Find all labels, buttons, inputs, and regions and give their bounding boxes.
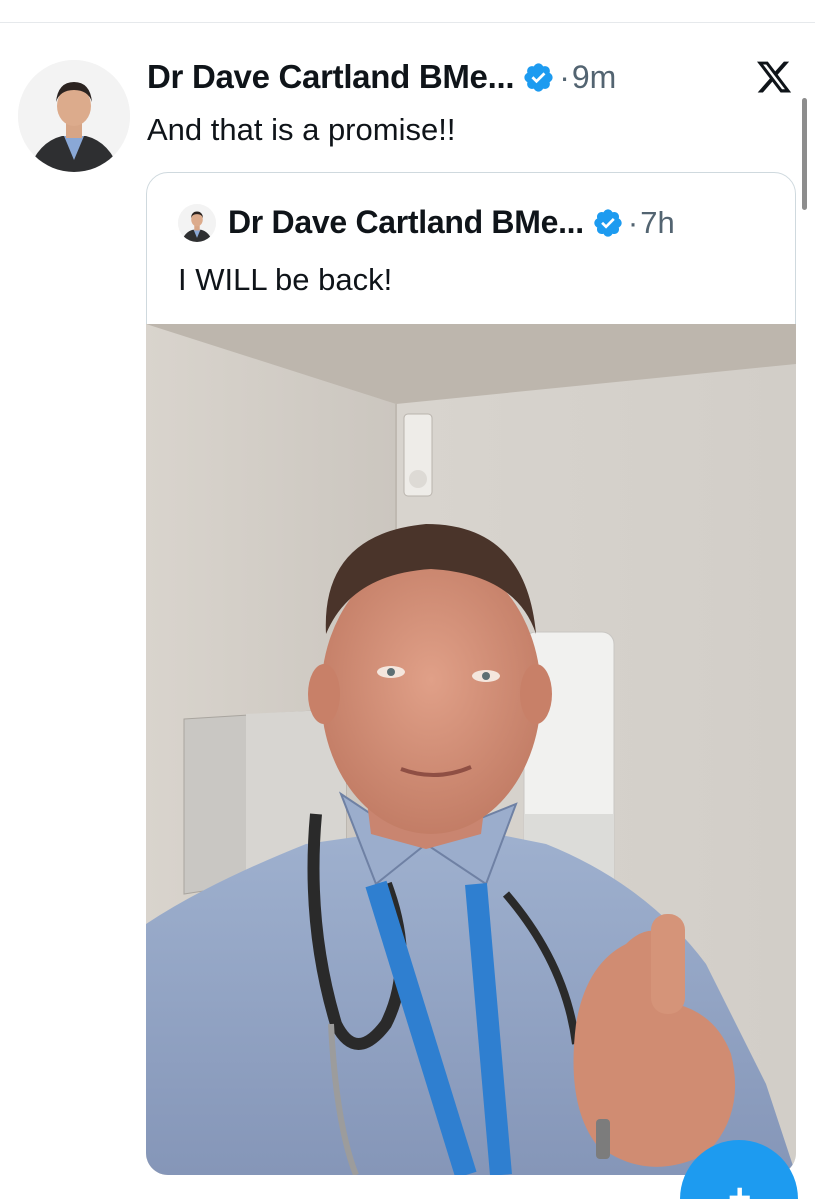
verified-badge-icon bbox=[524, 62, 553, 92]
x-logo-icon[interactable] bbox=[754, 58, 794, 96]
scrollbar[interactable] bbox=[802, 98, 807, 210]
post-text: And that is a promise!! bbox=[147, 112, 456, 147]
post-separator: · bbox=[559, 58, 570, 95]
author-avatar[interactable] bbox=[18, 60, 130, 172]
author-header: Dr Dave Cartland BMe... · 9m bbox=[147, 58, 616, 96]
selfie-photo bbox=[146, 324, 796, 1175]
quoted-author-name: Dr Dave Cartland BMe... bbox=[228, 204, 584, 240]
quoted-post-text: I WILL be back! bbox=[178, 262, 393, 297]
quoted-avatar-image bbox=[178, 204, 216, 242]
post-photo[interactable] bbox=[146, 324, 796, 1175]
quoted-author-header: Dr Dave Cartland BMe... · 7h bbox=[228, 204, 675, 241]
quoted-author-avatar bbox=[178, 204, 216, 242]
top-divider bbox=[0, 22, 815, 23]
verified-badge-icon bbox=[594, 208, 622, 237]
author-name[interactable]: Dr Dave Cartland BMe... bbox=[147, 58, 515, 96]
plus-icon: + bbox=[728, 1176, 752, 1199]
avatar-image bbox=[18, 60, 130, 172]
quoted-separator: · bbox=[627, 204, 639, 240]
quoted-timestamp: 7h bbox=[640, 204, 675, 240]
post-timestamp[interactable]: 9m bbox=[572, 59, 616, 96]
